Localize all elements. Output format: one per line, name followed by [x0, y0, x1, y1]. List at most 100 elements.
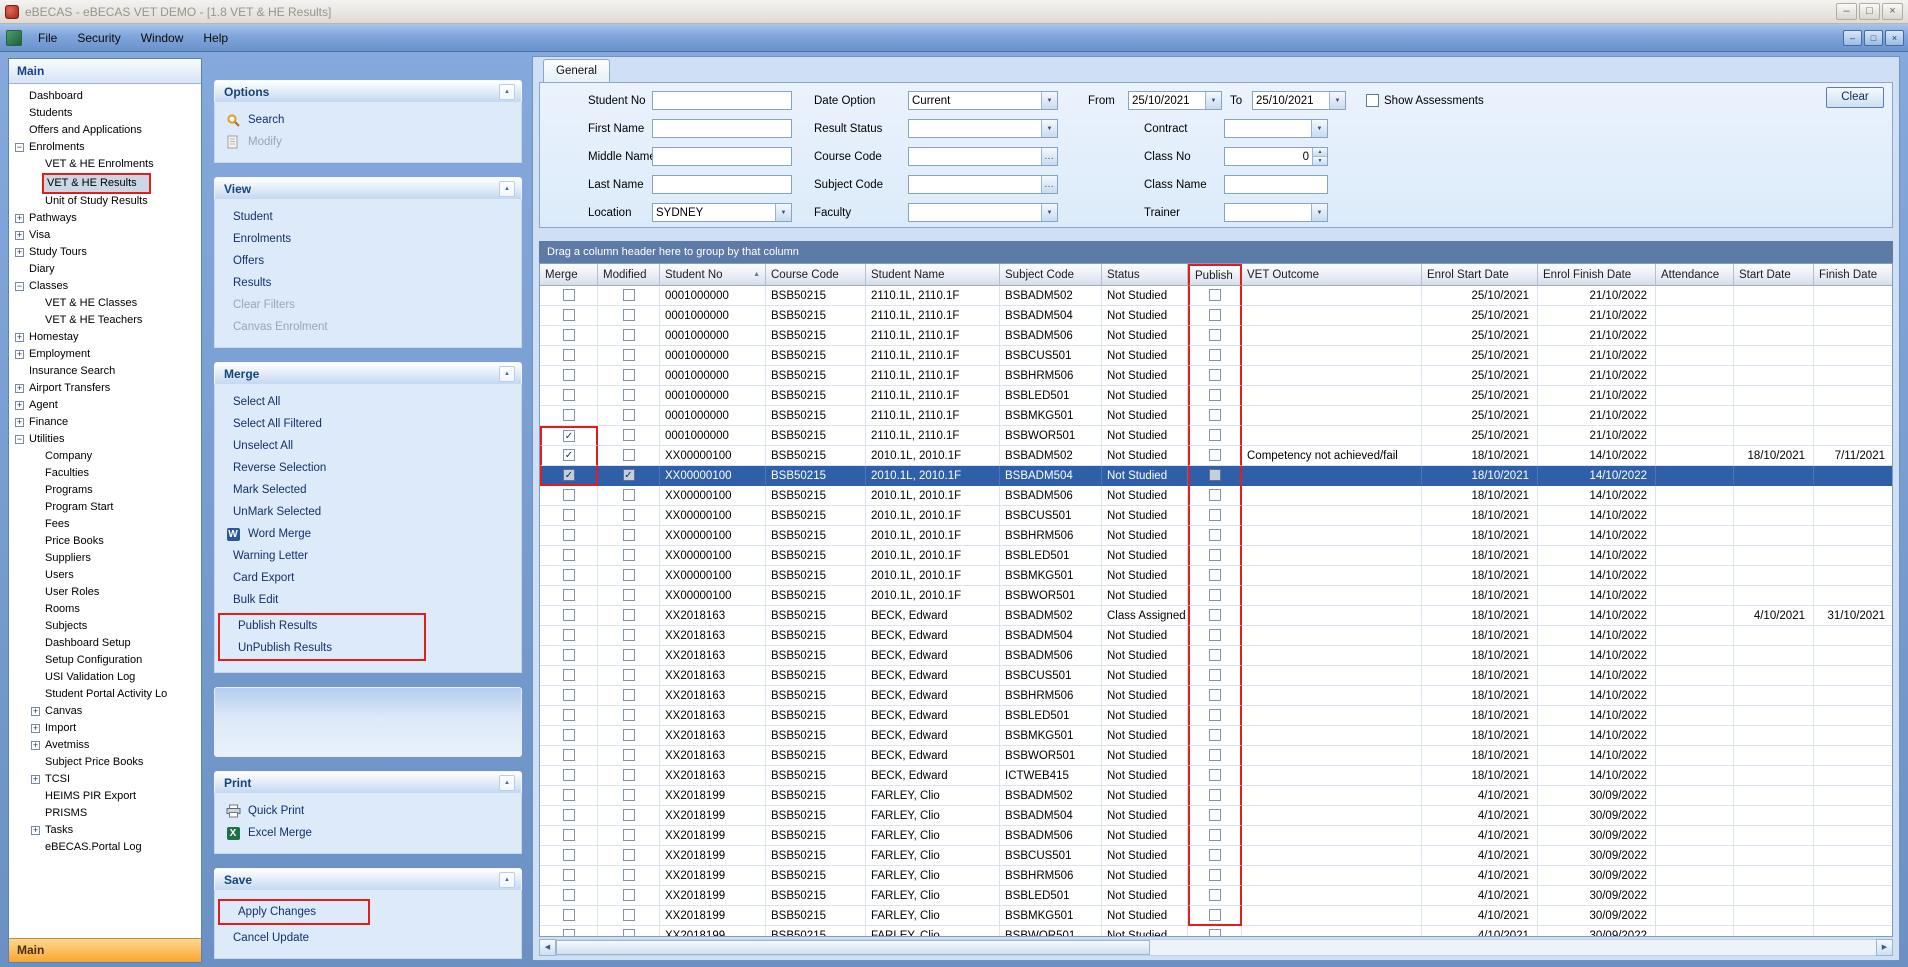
expand-expander-icon[interactable]: +	[31, 741, 40, 750]
cell-modified[interactable]	[598, 406, 660, 426]
merge-checkbox[interactable]	[563, 349, 575, 361]
merge-checkbox[interactable]	[563, 849, 575, 861]
cell-merge[interactable]	[540, 286, 598, 306]
cell-publish[interactable]	[1188, 706, 1242, 726]
column-header-course-code[interactable]: Course Code	[766, 264, 866, 286]
sidebar-item-price-books[interactable]: Price Books	[9, 533, 201, 550]
merge-checkbox[interactable]	[563, 589, 575, 601]
cell-publish[interactable]	[1188, 866, 1242, 886]
sidebar-item-agent[interactable]: +Agent	[9, 397, 201, 414]
cell-merge[interactable]	[540, 706, 598, 726]
class-no-spinner[interactable]: 0▲▼	[1224, 147, 1328, 166]
cell-modified[interactable]	[598, 626, 660, 646]
action-unselect-all[interactable]: Unselect All	[215, 435, 521, 457]
merge-checkbox[interactable]	[563, 409, 575, 421]
close-icon[interactable]: ×	[1882, 3, 1903, 20]
collapse-chevron-icon[interactable]: ▲	[499, 366, 515, 382]
table-row[interactable]: XX00000100BSB502152010.1L, 2010.1FBSBLED…	[540, 546, 1893, 566]
cell-publish[interactable]	[1188, 386, 1242, 406]
action-card-export[interactable]: Card Export	[215, 567, 521, 589]
cell-merge[interactable]	[540, 386, 598, 406]
cell-merge[interactable]	[540, 846, 598, 866]
cell-modified[interactable]	[598, 486, 660, 506]
merge-checkbox[interactable]	[563, 449, 575, 461]
cell-modified[interactable]	[598, 866, 660, 886]
cell-modified[interactable]	[598, 606, 660, 626]
column-header-attendance[interactable]: Attendance	[1656, 264, 1734, 286]
sidebar-item-suppliers[interactable]: Suppliers	[9, 550, 201, 567]
expand-expander-icon[interactable]: +	[31, 707, 40, 716]
sidebar-item-tasks[interactable]: +Tasks	[9, 822, 201, 839]
cell-modified[interactable]	[598, 526, 660, 546]
action-publish-results[interactable]: Publish Results	[220, 615, 424, 637]
cell-modified[interactable]	[598, 366, 660, 386]
action-results[interactable]: Results	[215, 272, 521, 294]
cell-publish[interactable]	[1188, 586, 1242, 606]
action-word-merge[interactable]: WWord Merge	[215, 523, 521, 545]
action-bulk-edit[interactable]: Bulk Edit	[215, 589, 521, 611]
publish-checkbox[interactable]	[1209, 689, 1221, 701]
modified-checkbox[interactable]	[623, 309, 635, 321]
publish-checkbox[interactable]	[1209, 749, 1221, 761]
table-row[interactable]: XX2018199BSB50215FARLEY, ClioBSBLED501No…	[540, 886, 1893, 906]
publish-checkbox[interactable]	[1209, 729, 1221, 741]
merge-checkbox[interactable]	[563, 909, 575, 921]
modified-checkbox[interactable]	[623, 849, 635, 861]
cell-modified[interactable]	[598, 786, 660, 806]
cell-merge[interactable]	[540, 626, 598, 646]
ellipsis-button[interactable]: …	[1041, 176, 1057, 193]
dropdown-arrow-icon[interactable]: ▼	[1041, 120, 1057, 137]
panel-header-save[interactable]: Save▲	[214, 868, 522, 890]
action-select-all[interactable]: Select All	[215, 391, 521, 413]
cell-publish[interactable]	[1188, 646, 1242, 666]
modified-checkbox[interactable]	[623, 749, 635, 761]
sidebar-item-dashboard[interactable]: Dashboard	[9, 88, 201, 105]
cell-merge[interactable]	[540, 546, 598, 566]
panel-header-view[interactable]: View▲	[214, 177, 522, 199]
merge-checkbox[interactable]	[563, 509, 575, 521]
modified-checkbox[interactable]	[623, 389, 635, 401]
cell-modified[interactable]	[598, 386, 660, 406]
column-header-student-no[interactable]: Student No▲	[660, 264, 766, 286]
cell-modified[interactable]	[598, 666, 660, 686]
table-row[interactable]: XX00000100BSB502152010.1L, 2010.1FBSBADM…	[540, 466, 1893, 486]
panel-header-print[interactable]: Print▲	[214, 771, 522, 793]
table-row[interactable]: XX2018163BSB50215BECK, EdwardBSBADM502Cl…	[540, 606, 1893, 626]
sidebar-item-student-portal-activity-lo[interactable]: Student Portal Activity Lo	[9, 686, 201, 703]
publish-checkbox[interactable]	[1209, 669, 1221, 681]
sidebar-item-programs[interactable]: Programs	[9, 482, 201, 499]
cell-merge[interactable]	[540, 366, 598, 386]
cell-modified[interactable]	[598, 806, 660, 826]
sidebar-item-subject-price-books[interactable]: Subject Price Books	[9, 754, 201, 771]
merge-checkbox[interactable]	[563, 549, 575, 561]
cell-modified[interactable]	[598, 586, 660, 606]
cell-merge[interactable]	[540, 686, 598, 706]
modified-checkbox[interactable]	[623, 709, 635, 721]
table-row[interactable]: 0001000000BSB502152110.1L, 2110.1FBSBCUS…	[540, 346, 1893, 366]
trainer-dropdown[interactable]: ▼	[1224, 203, 1328, 222]
merge-checkbox[interactable]	[563, 529, 575, 541]
modified-checkbox[interactable]	[623, 929, 635, 937]
publish-checkbox[interactable]	[1209, 889, 1221, 901]
publish-checkbox[interactable]	[1209, 549, 1221, 561]
cell-merge[interactable]	[540, 586, 598, 606]
expand-expander-icon[interactable]: +	[15, 333, 24, 342]
table-row[interactable]: XX00000100BSB502152010.1L, 2010.1FBSBMKG…	[540, 566, 1893, 586]
cell-publish[interactable]	[1188, 786, 1242, 806]
cell-modified[interactable]	[598, 466, 660, 486]
sidebar-item-rooms[interactable]: Rooms	[9, 601, 201, 618]
sidebar-item-homestay[interactable]: +Homestay	[9, 329, 201, 346]
column-header-modified[interactable]: Modified	[598, 264, 660, 286]
cell-modified[interactable]	[598, 846, 660, 866]
modified-checkbox[interactable]	[623, 669, 635, 681]
column-header-vet-outcome[interactable]: VET Outcome	[1242, 264, 1422, 286]
cell-modified[interactable]	[598, 706, 660, 726]
modified-checkbox[interactable]	[623, 329, 635, 341]
sidebar-item-fees[interactable]: Fees	[9, 516, 201, 533]
column-header-enrol-start-date[interactable]: Enrol Start Date	[1422, 264, 1538, 286]
first-name-input[interactable]	[652, 119, 792, 138]
publish-checkbox[interactable]	[1209, 489, 1221, 501]
cell-publish[interactable]	[1188, 886, 1242, 906]
cell-publish[interactable]	[1188, 686, 1242, 706]
maximize-icon[interactable]: □	[1859, 3, 1880, 20]
